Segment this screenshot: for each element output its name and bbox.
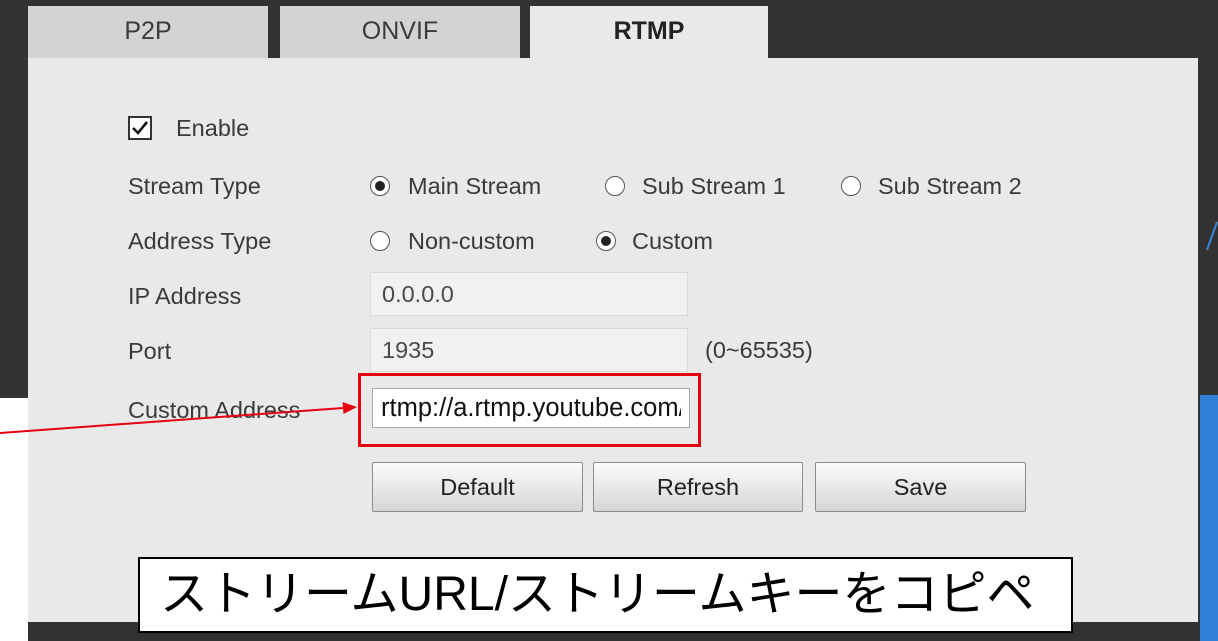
radio-dot <box>375 181 385 191</box>
ip-address-label: IP Address <box>128 283 242 309</box>
ip-address-input[interactable] <box>370 272 688 316</box>
annotation-highlight-box <box>358 373 701 447</box>
custom-address-label: Custom Address <box>128 397 301 423</box>
refresh-button[interactable]: Refresh <box>593 462 803 512</box>
address-type-option-non-custom[interactable]: Non-custom <box>370 227 550 255</box>
enable-checkbox[interactable] <box>128 116 152 140</box>
address-type-option-custom[interactable]: Custom <box>596 227 726 255</box>
port-range-hint: (0~65535) <box>705 337 813 363</box>
annotation-note: ストリームURL/ストリームキーをコピペ <box>138 557 1073 633</box>
port-label: Port <box>128 338 172 364</box>
radio-label-custom: Custom <box>632 228 713 254</box>
stream-type-label: Stream Type <box>128 173 261 199</box>
default-button[interactable]: Default <box>372 462 583 512</box>
radio-dot <box>601 236 611 246</box>
enable-option[interactable]: Enable <box>128 114 268 142</box>
radio-label-non-custom: Non-custom <box>408 228 535 254</box>
stream-type-option-main[interactable]: Main Stream <box>370 172 560 200</box>
radio-label-main-stream: Main Stream <box>408 173 542 199</box>
checkmark-icon <box>132 121 149 135</box>
radio-main-stream[interactable] <box>370 176 390 196</box>
radio-sub-stream-1[interactable] <box>605 176 625 196</box>
address-type-label: Address Type <box>128 228 272 254</box>
radio-label-sub-stream-2: Sub Stream 2 <box>878 173 1022 199</box>
tab-p2p[interactable]: P2P <box>28 6 268 58</box>
save-button[interactable]: Save <box>815 462 1026 512</box>
port-input[interactable] <box>370 328 688 372</box>
right-edge-blue <box>1200 395 1218 641</box>
tab-rtmp[interactable]: RTMP <box>530 6 768 58</box>
stream-type-option-sub1[interactable]: Sub Stream 1 <box>605 172 795 200</box>
enable-label: Enable <box>176 115 250 141</box>
radio-label-sub-stream-1: Sub Stream 1 <box>642 173 786 199</box>
stream-type-option-sub2[interactable]: Sub Stream 2 <box>841 172 1041 200</box>
radio-non-custom[interactable] <box>370 231 390 251</box>
radio-sub-stream-2[interactable] <box>841 176 861 196</box>
radio-custom[interactable] <box>596 231 616 251</box>
right-edge-dark <box>1200 0 1218 395</box>
tab-onvif[interactable]: ONVIF <box>280 6 520 58</box>
